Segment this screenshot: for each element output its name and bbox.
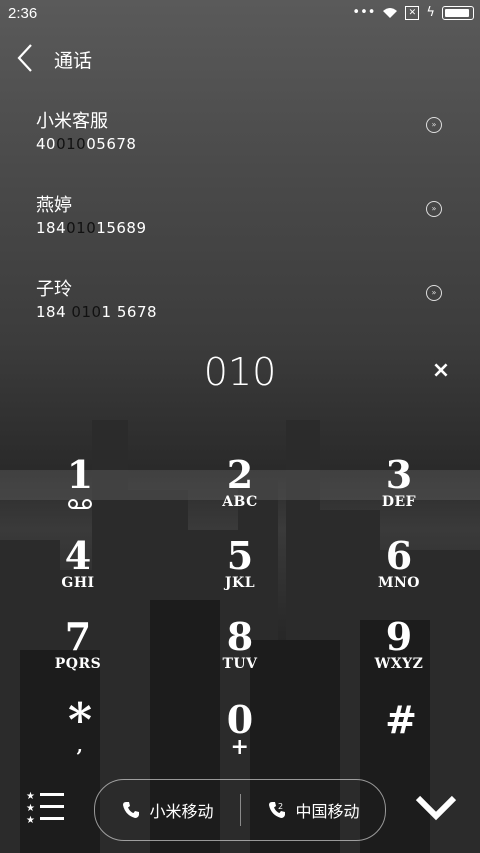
- app-header: 通话: [0, 40, 480, 76]
- battery-icon: [442, 5, 474, 20]
- charging-icon: ϟ: [426, 5, 435, 20]
- contact-detail-icon[interactable]: »: [426, 201, 442, 217]
- contact-number: 18401015689: [36, 219, 147, 237]
- key-8[interactable]: 8 TUV: [200, 617, 280, 689]
- match-highlight: 010: [56, 135, 87, 153]
- key-4[interactable]: 4 GHI: [38, 536, 118, 608]
- call-button-group: 小米移动 2 中国移动: [94, 779, 386, 841]
- sim1-label: 小米移动: [149, 802, 214, 821]
- contact-number: 184 0101 5678: [36, 303, 158, 321]
- delete-button[interactable]: ×: [430, 358, 452, 384]
- page-title: 通话: [54, 50, 93, 72]
- phone-sim1-icon: [123, 802, 140, 818]
- dialed-number: 010: [203, 350, 277, 394]
- contact-result[interactable]: 子玲 184 0101 5678 »: [0, 275, 480, 335]
- contact-result[interactable]: 燕婷 18401015689 »: [0, 191, 480, 251]
- call-sim1-button[interactable]: 小米移动: [95, 780, 240, 840]
- key-3[interactable]: 3 DEF: [359, 455, 439, 527]
- key-1[interactable]: 1: [40, 455, 120, 527]
- call-sim2-button[interactable]: 2 中国移动: [241, 780, 386, 840]
- key-star[interactable]: * ,: [40, 697, 120, 772]
- phone-sim2-icon: 2: [269, 802, 286, 818]
- key-5[interactable]: 5 JKL: [200, 536, 280, 608]
- status-bar: 2:36 ••• ✕ ϟ: [0, 0, 480, 28]
- match-highlight: 010: [71, 303, 102, 321]
- no-sim-icon: ✕: [405, 5, 420, 20]
- status-time: 2:36: [8, 5, 38, 22]
- key-hash[interactable]: #: [361, 700, 441, 772]
- status-icons: ••• ✕ ϟ: [352, 5, 474, 20]
- contact-number: 4001005678: [36, 135, 137, 153]
- contact-result[interactable]: 小米客服 4001005678 »: [0, 107, 480, 167]
- contact-name: 小米客服: [36, 111, 108, 132]
- wifi-icon: [383, 7, 398, 18]
- contact-name: 燕婷: [36, 195, 72, 216]
- sim2-label: 中国移动: [295, 802, 360, 821]
- match-highlight: 010: [66, 219, 97, 237]
- voicemail-icon: [68, 499, 92, 509]
- key-7[interactable]: 7 PQRS: [38, 617, 118, 689]
- svg-text:★: ★: [26, 803, 35, 814]
- menu-list-icon[interactable]: ★ ★ ★: [26, 790, 66, 824]
- contact-name: 子玲: [36, 279, 72, 300]
- back-button[interactable]: [14, 42, 38, 74]
- collapse-keypad-icon[interactable]: [414, 790, 458, 824]
- key-9[interactable]: 9 WXYZ: [359, 617, 439, 689]
- contact-detail-icon[interactable]: »: [426, 117, 442, 133]
- more-dots-icon: •••: [352, 5, 376, 20]
- svg-text:★: ★: [26, 791, 35, 802]
- svg-text:2: 2: [278, 802, 283, 811]
- contact-detail-icon[interactable]: »: [426, 285, 442, 301]
- key-0[interactable]: 0 +: [200, 700, 280, 772]
- svg-text:★: ★: [26, 815, 35, 824]
- key-2[interactable]: 2 ABC: [200, 455, 280, 527]
- key-6[interactable]: 6 MNO: [359, 536, 439, 608]
